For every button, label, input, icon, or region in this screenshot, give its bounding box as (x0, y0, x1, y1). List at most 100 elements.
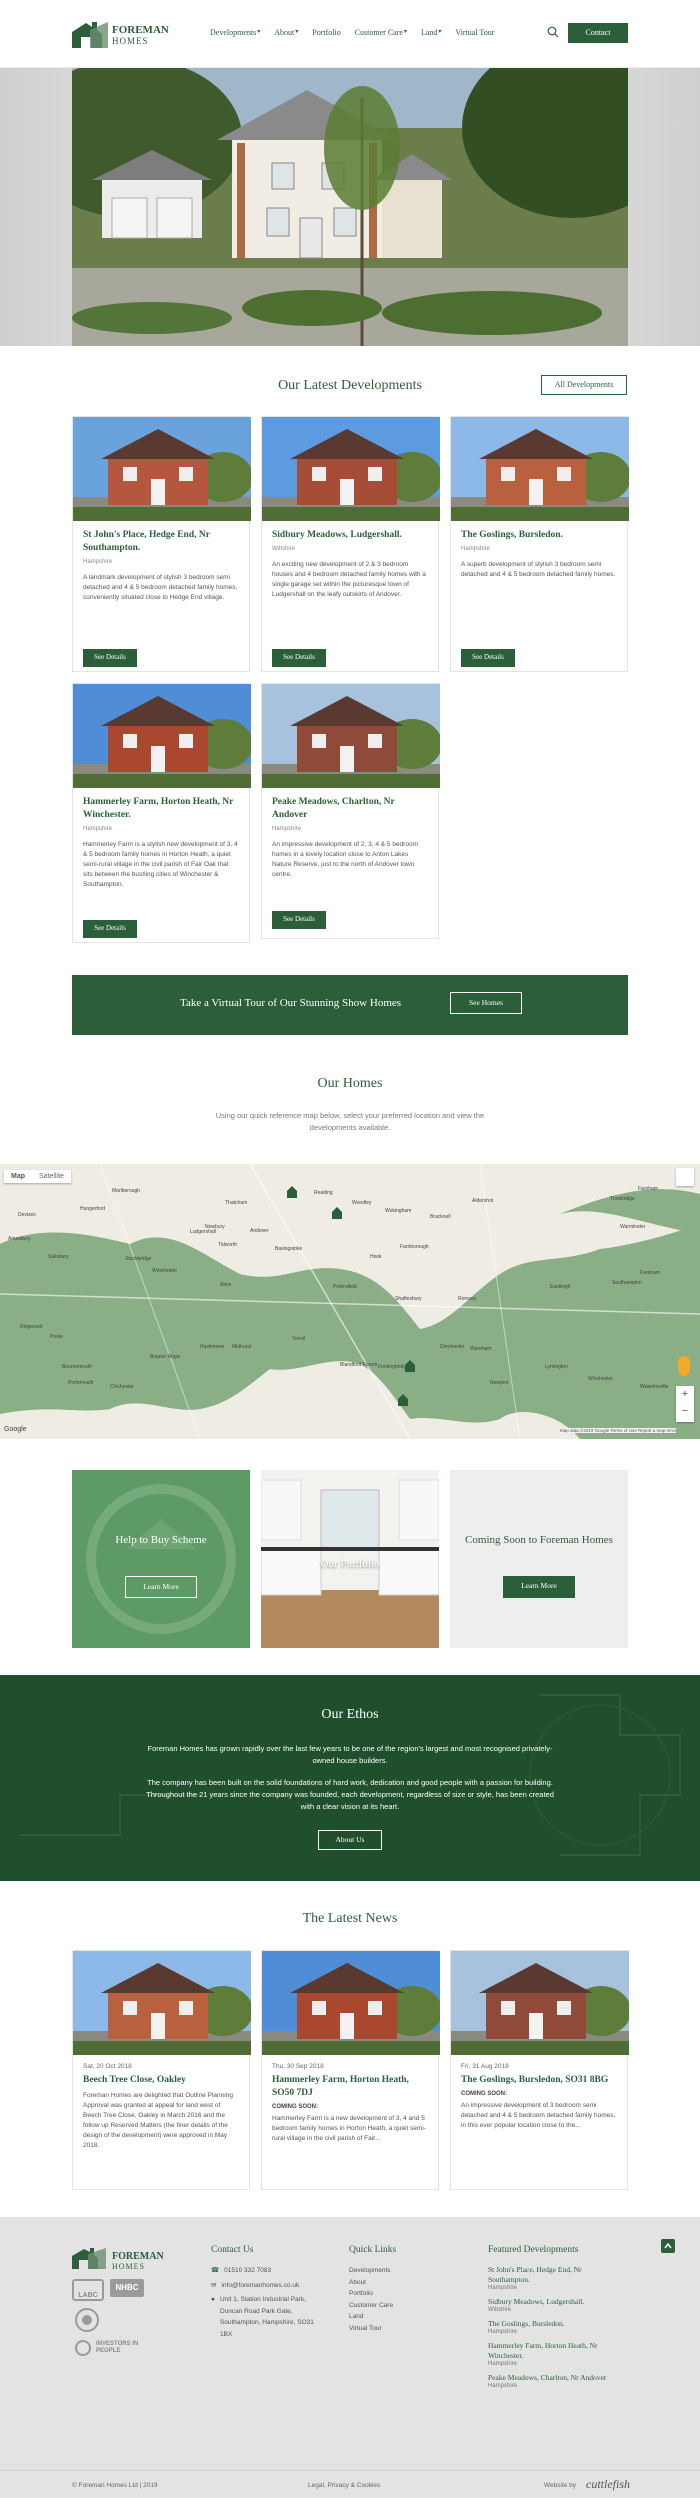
map-house-marker-icon[interactable] (398, 1394, 408, 1406)
map-fullscreen-icon[interactable] (676, 1168, 694, 1186)
footer-link-customer-care[interactable]: Customer Care (349, 2300, 449, 2312)
development-title[interactable]: Sidbury Meadows, Ludgershall. (272, 529, 428, 542)
street-view-pegman-icon[interactable] (678, 1356, 690, 1376)
location-pin-icon: ● (211, 2296, 215, 2303)
nav-item-about[interactable]: About (274, 28, 294, 37)
featured-development[interactable]: The Goslings, Bursledon. Hampshire (488, 2319, 608, 2335)
labc-badge: LABC (72, 2279, 104, 2301)
see-details-button[interactable]: See Details (272, 649, 326, 667)
featured-development[interactable]: Sidbury Meadows, Ludgershall. Wiltshire (488, 2297, 608, 2313)
agency-link[interactable]: cuttlefish (586, 2477, 630, 2492)
development-description: An exciting new development of 2 & 3 bed… (272, 561, 426, 598)
site-footer: FOREMAN HOMES LABC NHBC INVESTORS IN PEO… (0, 2217, 700, 2498)
map-house-marker-icon[interactable] (332, 1207, 342, 1219)
news-card-body: Fri, 31 Aug 2018 The Goslings, Bursledon,… (451, 2055, 627, 2139)
featured-development[interactable]: Peake Meadows, Charlton, Nr Andover Hamps… (488, 2373, 608, 2389)
featured-development-region: Hampshire (488, 2361, 518, 2367)
news-image[interactable] (262, 1951, 440, 2055)
nav-item-land[interactable]: Land (421, 28, 437, 37)
see-details-button[interactable]: See Details (83, 920, 137, 938)
development-image[interactable] (73, 417, 251, 521)
footer-link-developments[interactable]: Developments (349, 2265, 449, 2277)
featured-development-name[interactable]: Sidbury Meadows, Ludgershall. (488, 2297, 608, 2307)
map-place-label: Blandford Forum (340, 1362, 378, 1368)
our-portfolio-tile[interactable]: Our Portfolio (261, 1470, 439, 1648)
news-title[interactable]: Hammerley Farm, Horton Heath, SO50 7DJ (272, 2074, 428, 2100)
development-image[interactable] (262, 684, 440, 788)
development-description: An impressive development of 2, 3, 4 & 5… (272, 841, 418, 878)
map-tab-satellite[interactable]: Satellite (32, 1170, 71, 1183)
map-place-label: Devizes (18, 1212, 36, 1218)
news-title[interactable]: The Goslings, Bursledon, SO31 8BG (461, 2074, 617, 2087)
back-to-top-button[interactable] (661, 2239, 675, 2253)
nav-item-portfolio[interactable]: Portfolio (312, 28, 340, 37)
development-title[interactable]: Hammerley Farm, Horton Heath, Nr Winches… (83, 796, 239, 822)
development-title[interactable]: Peake Meadows, Charlton, Nr Andover (272, 796, 428, 822)
footer-logo-mark[interactable] (72, 2247, 108, 2269)
help-to-buy-learn-more-button[interactable]: Learn More (125, 1576, 197, 1598)
featured-development-name[interactable]: St John's Place, Hedge End, Nr Southampt… (488, 2265, 608, 2285)
news-title[interactable]: Beech Tree Close, Oakley (83, 2074, 239, 2087)
contact-button[interactable]: Contact (568, 23, 628, 43)
news-card[interactable]: Fri, 31 Aug 2018 The Goslings, Bursledon,… (450, 1950, 629, 2190)
news-image[interactable] (451, 1951, 629, 2055)
chevron-down-icon: ▾ (438, 29, 442, 35)
map-house-marker-icon[interactable] (287, 1186, 297, 1198)
nav-item-virtual-tour[interactable]: Virtual Tour (455, 28, 494, 37)
about-us-button[interactable]: About Us (318, 1830, 382, 1850)
investors-in-people-text: INVESTORS IN PEOPLE (96, 2341, 139, 2354)
development-photo (262, 684, 440, 788)
development-image[interactable] (451, 417, 629, 521)
news-card[interactable]: Thu, 30 Sep 2018 Hammerley Farm, Horton H… (261, 1950, 440, 2190)
featured-development-name[interactable]: Hammerley Farm, Horton Heath, Nr Winches… (488, 2341, 608, 2361)
map-house-marker-icon[interactable] (405, 1360, 415, 1372)
coming-soon-tile[interactable]: Coming Soon to Foreman Homes Learn More (450, 1470, 628, 1648)
development-card[interactable]: St John's Place, Hedge End, Nr Southampt… (72, 416, 251, 672)
main-nav: Developments ▾ About ▾ Portfolio Customer Car… (210, 28, 494, 37)
development-title[interactable]: The Goslings, Bursledon. (461, 529, 617, 542)
development-card[interactable]: The Goslings, Bursledon. Hampshire A super… (450, 416, 629, 672)
help-to-buy-tile[interactable]: Help to Buy Scheme Learn More (72, 1470, 250, 1648)
development-image[interactable] (262, 417, 440, 521)
featured-development[interactable]: St John's Place, Hedge End, Nr Southampt… (488, 2265, 608, 2291)
development-card[interactable]: Peake Meadows, Charlton, Nr Andover Hamps… (261, 683, 440, 939)
coming-soon-learn-more-button[interactable]: Learn More (503, 1576, 575, 1598)
development-photo (73, 417, 251, 521)
footer-link-about[interactable]: About (349, 2277, 449, 2289)
see-details-button[interactable]: See Details (461, 649, 515, 667)
footer-email-row[interactable]: ✉ info@foremanhomes.co.uk (211, 2280, 331, 2292)
development-card[interactable]: Hammerley Farm, Horton Heath, Nr Winches… (72, 683, 251, 943)
developments-map[interactable]: Map Satellite Marlborough Hungerford Newbu… (0, 1164, 700, 1439)
nav-item-developments[interactable]: Developments (210, 28, 256, 37)
footer-bottom-bar: © Foreman Homes Ltd | 2019 Legal, Privac… (0, 2470, 700, 2498)
footer-phone-row[interactable]: ☎ 01510 332 7083 (211, 2265, 331, 2277)
map-tab-map[interactable]: Map (4, 1170, 32, 1183)
virtual-tour-text: Take a Virtual Tour of Our Stunning Show… (180, 997, 402, 1009)
development-location: Wiltshire (272, 546, 296, 552)
search-icon[interactable] (547, 26, 559, 38)
see-homes-button[interactable]: See Homes (450, 992, 522, 1014)
development-title[interactable]: St John's Place, Hedge End, Nr Southampt… (83, 529, 239, 555)
news-image[interactable] (73, 1951, 251, 2055)
map-place-label: Wokingham (385, 1208, 412, 1214)
footer-quick-links-column: Quick Links Developments About Portfolio Cu… (349, 2245, 449, 2334)
featured-development-name[interactable]: The Goslings, Bursledon. (488, 2319, 608, 2329)
ethos-section: Our Ethos Foreman Homes has grown rapidl… (0, 1675, 700, 1881)
news-card[interactable]: Sat, 20 Oct 2018 Beech Tree Close, Oakley… (72, 1950, 251, 2190)
all-developments-button[interactable]: All Developments (541, 375, 627, 395)
development-card-body: Hammerley Farm, Horton Heath, Nr Winches… (73, 788, 249, 898)
development-card[interactable]: Sidbury Meadows, Ludgershall. Wiltshire An… (261, 416, 440, 672)
featured-development-name[interactable]: Peake Meadows, Charlton, Nr Andover (488, 2373, 608, 2383)
legal-privacy-link[interactable]: Legal, Privacy & Cookies (308, 2482, 380, 2489)
nav-item-customer-care[interactable]: Customer Care (355, 28, 403, 37)
see-details-button[interactable]: See Details (83, 649, 137, 667)
footer-link-virtual-tour[interactable]: Virtual Tour (349, 2323, 449, 2335)
map-zoom-controls[interactable]: + − (676, 1386, 694, 1422)
coming-soon-label: Coming Soon to Foreman Homes (465, 1534, 613, 1546)
map-place-label: Lymington (545, 1364, 568, 1370)
footer-link-portfolio[interactable]: Portfolio (349, 2288, 449, 2300)
footer-link-land[interactable]: Land (349, 2311, 449, 2323)
see-details-button[interactable]: See Details (272, 911, 326, 929)
featured-development[interactable]: Hammerley Farm, Horton Heath, Nr Winches… (488, 2341, 608, 2367)
development-image[interactable] (73, 684, 251, 788)
